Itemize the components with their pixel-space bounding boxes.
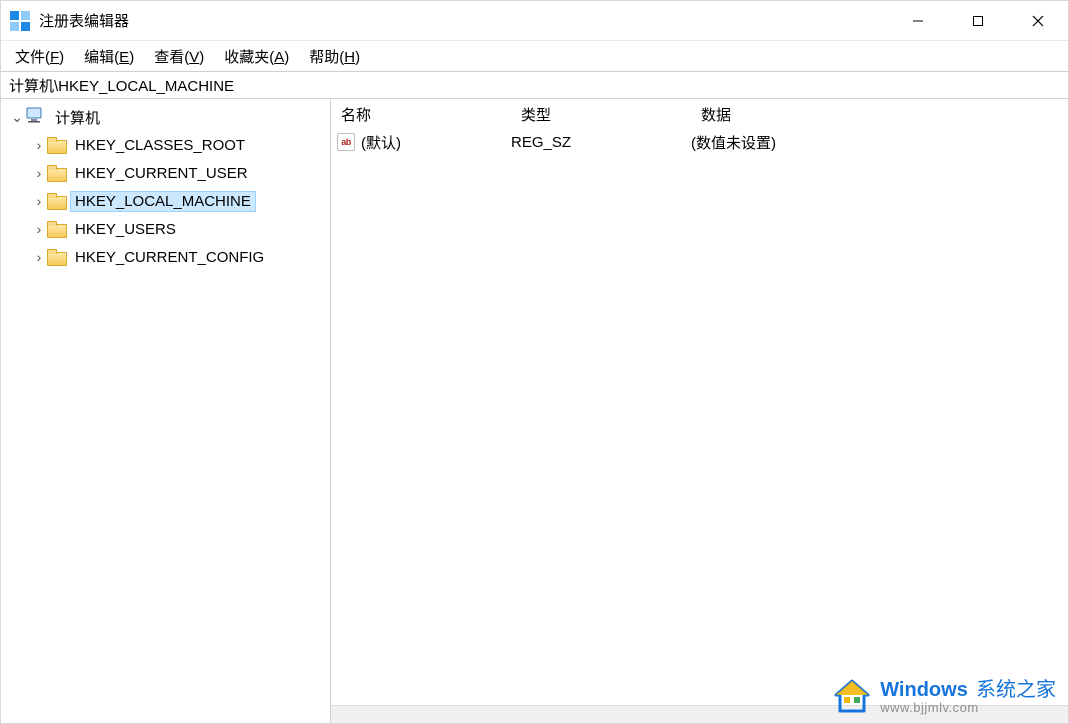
menu-view[interactable]: 查看(V) — [150, 44, 208, 69]
folder-icon — [47, 250, 65, 264]
maximize-button[interactable] — [948, 1, 1008, 40]
address-bar-text: 计算机\HKEY_LOCAL_MACHINE — [9, 75, 234, 96]
col-header-name[interactable]: 名称 — [331, 100, 511, 129]
minimize-button[interactable] — [888, 1, 948, 40]
tree-item-label: HKEY_CLASSES_ROOT — [71, 136, 249, 155]
value-type: REG_SZ — [511, 134, 691, 151]
tree-root[interactable]: ⌄ 计算机 — [1, 103, 330, 131]
chevron-right-icon[interactable]: › — [31, 194, 47, 208]
tree-item-hklm[interactable]: › HKEY_LOCAL_MACHINE — [1, 187, 330, 215]
menu-favorites[interactable]: 收藏夹(A) — [220, 44, 293, 69]
title-bar: 注册表编辑器 — [1, 1, 1068, 41]
col-header-data[interactable]: 数据 — [691, 100, 1068, 129]
folder-icon — [47, 222, 65, 236]
address-bar[interactable]: 计算机\HKEY_LOCAL_MACHINE — [1, 71, 1068, 99]
chevron-right-icon[interactable]: › — [31, 166, 47, 180]
tree-pane[interactable]: ⌄ 计算机 › HKEY_CLASSES_ROOT › HKEY_C — [1, 99, 331, 723]
window-controls — [888, 1, 1068, 40]
tree-item-label: HKEY_CURRENT_USER — [71, 164, 252, 183]
value-data: (数值未设置) — [691, 132, 1068, 153]
maximize-icon — [972, 15, 984, 27]
menu-file[interactable]: 文件(F) — [11, 44, 68, 69]
menu-help[interactable]: 帮助(H) — [305, 44, 364, 69]
folder-icon — [47, 138, 65, 152]
tree-item-hkcc[interactable]: › HKEY_CURRENT_CONFIG — [1, 243, 330, 271]
content-area: ⌄ 计算机 › HKEY_CLASSES_ROOT › HKEY_C — [1, 99, 1068, 723]
list-row[interactable]: ab (默认) REG_SZ (数值未设置) — [331, 129, 1068, 155]
tree-item-hkcr[interactable]: › HKEY_CLASSES_ROOT — [1, 131, 330, 159]
registry-editor-window: 注册表编辑器 文件(F) 编辑(E) 查看(V) 收藏夹(A) 帮助(H) 计算… — [0, 0, 1069, 724]
value-name: (默认) — [361, 132, 401, 153]
tree-item-hkcu[interactable]: › HKEY_CURRENT_USER — [1, 159, 330, 187]
chevron-right-icon[interactable]: › — [31, 222, 47, 236]
horizontal-scrollbar[interactable] — [331, 705, 1068, 723]
chevron-right-icon[interactable]: › — [31, 138, 47, 152]
close-button[interactable] — [1008, 1, 1068, 40]
folder-icon — [47, 194, 65, 208]
computer-icon — [25, 107, 45, 127]
folder-icon — [47, 166, 65, 180]
app-icon — [9, 10, 31, 32]
string-value-icon: ab — [337, 133, 355, 151]
menu-bar: 文件(F) 编辑(E) 查看(V) 收藏夹(A) 帮助(H) — [1, 41, 1068, 71]
chevron-down-icon[interactable]: ⌄ — [9, 110, 25, 124]
tree-item-label: HKEY_LOCAL_MACHINE — [71, 192, 255, 211]
close-icon — [1032, 15, 1044, 27]
list-pane: 名称 类型 数据 ab (默认) REG_SZ (数值未设置) — [331, 99, 1068, 723]
minimize-icon — [912, 15, 924, 27]
list-header: 名称 类型 数据 — [331, 99, 1068, 129]
col-header-type[interactable]: 类型 — [511, 100, 691, 129]
tree-item-label: HKEY_USERS — [71, 220, 180, 239]
window-title: 注册表编辑器 — [39, 10, 129, 31]
tree-item-label: HKEY_CURRENT_CONFIG — [71, 248, 268, 267]
menu-edit[interactable]: 编辑(E) — [80, 44, 138, 69]
chevron-right-icon[interactable]: › — [31, 250, 47, 264]
tree-item-hku[interactable]: › HKEY_USERS — [1, 215, 330, 243]
tree-root-label: 计算机 — [51, 106, 104, 129]
